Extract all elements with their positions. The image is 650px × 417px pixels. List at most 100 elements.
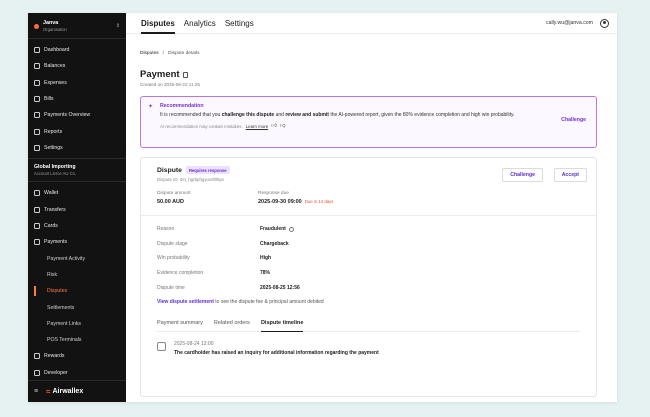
breadcrumb-current: Dispute details [168, 51, 200, 56]
challenge-button[interactable]: Challenge [502, 168, 543, 182]
tab-payment-summary[interactable]: Payment summary [157, 320, 203, 331]
sidebar-item-rewards[interactable]: Rewards [28, 348, 126, 364]
created-timestamp: Created on 2025-08-22 11:25 [140, 82, 200, 87]
timeline-text: The cardholder has raised an inquiry for… [174, 349, 379, 356]
recommendation-challenge-button[interactable]: Challenge [561, 117, 586, 123]
divider [141, 215, 596, 216]
chevron-updown-icon: ⇕ [115, 23, 120, 29]
thumbs-up-icon[interactable]: 👍︎ [271, 123, 277, 129]
sidebar: Janva Organisation ⇕ Dashboard Balances … [28, 13, 126, 402]
tab-dispute-timeline[interactable]: Dispute timeline [260, 320, 304, 332]
detail-row: Dispute time 2025-08-25 12:56 [157, 284, 300, 291]
info-icon[interactable] [288, 226, 294, 232]
expenses-icon [34, 79, 40, 86]
tab-analytics[interactable]: Analytics [184, 14, 216, 33]
recommendation-footer: AI recommendation may contain mistakes. … [160, 123, 588, 129]
payments-icon [34, 239, 40, 246]
transfers-icon [34, 206, 40, 213]
top-nav: Disputes Analytics Settings cally.wu@jan… [126, 13, 617, 34]
user-avatar-icon[interactable] [600, 18, 609, 28]
account-subtitle: Account Lierce AU Co. [34, 170, 77, 176]
sidebar-item-cards[interactable]: Cards [28, 218, 126, 234]
org-name: Janva [43, 20, 59, 26]
dispute-title: Dispute [157, 166, 182, 174]
settlement-note: View dispute settlement to see the dispu… [157, 298, 324, 305]
learn-more-link[interactable]: Learn more [246, 124, 268, 129]
sidebar-subitem-risk[interactable]: Risk [28, 267, 126, 283]
org-switcher[interactable]: Janva Organisation ⇕ [28, 13, 126, 39]
sidebar-subitem-pos-terminals[interactable]: POS Terminals [28, 332, 126, 348]
nav-top: Dashboard Balances Expenses Bills Paymen… [28, 39, 126, 156]
account-name: Global Importing [34, 164, 76, 171]
brand-name: Airwallex [52, 388, 84, 395]
sidebar-subitem-payment-links[interactable]: Payment Links [28, 316, 126, 332]
document-icon [157, 341, 166, 351]
org-avatar [34, 23, 39, 29]
app-window: Janva Organisation ⇕ Dashboard Balances … [28, 13, 617, 402]
due-note: Due in 14 days [304, 199, 334, 204]
tab-disputes[interactable]: Disputes [141, 14, 175, 34]
bills-icon [34, 96, 40, 103]
sidebar-subitem-disputes[interactable]: Disputes [28, 283, 126, 299]
status-badge: Requires response [185, 166, 230, 174]
reports-icon [34, 128, 40, 135]
dispute-tabs: Payment summary Related orders Dispute t… [157, 320, 580, 332]
developer-icon [34, 369, 40, 376]
sidebar-footer: ≡ ≈ Airwallex [28, 380, 126, 402]
dispute-details: Reason Fraudulent Dispute stage Chargeback… [157, 222, 588, 295]
org-subtitle: Organisation [43, 26, 67, 32]
sidebar-item-expenses[interactable]: Expenses [28, 75, 126, 91]
sidebar-item-bills[interactable]: Bills [28, 91, 126, 107]
recommendation-title: Recommendation [160, 103, 204, 109]
page-content: Disputes / Dispute details Payment Creat… [140, 34, 597, 397]
main-content: Disputes Analytics Settings cally.wu@jan… [126, 13, 617, 402]
thumbs-down-icon[interactable]: 👎︎ [280, 123, 286, 129]
menu-icon[interactable]: ≡ [34, 388, 38, 395]
wallet-icon [34, 190, 40, 197]
response-due-label: Response due [258, 191, 289, 196]
view-settlement-link[interactable]: View dispute settlement [157, 299, 214, 305]
balances-icon [34, 63, 40, 70]
sidebar-item-settings[interactable]: Settings [28, 140, 126, 156]
ai-disclaimer: AI recommendation may contain mistakes. [160, 123, 243, 129]
cards-icon [34, 223, 40, 230]
sidebar-item-balances[interactable]: Balances [28, 58, 126, 74]
dispute-amount: 50.00 AUD [157, 199, 185, 205]
copy-icon[interactable] [182, 71, 189, 78]
detail-row: Evidence completion 78% [157, 270, 271, 277]
dispute-card: Dispute Requires response Dispute ID: ds… [140, 157, 597, 397]
brand-mark-icon: ≈ [46, 387, 51, 396]
sparkle-icon: ✦ [148, 104, 154, 110]
sidebar-item-transfers[interactable]: Transfers [28, 202, 126, 218]
detail-row: Dispute stage Chargeback [157, 240, 289, 247]
sidebar-subitem-settlements[interactable]: Settlements [28, 299, 126, 315]
dispute-amount-label: Dispute amount [157, 191, 191, 196]
user-email[interactable]: cally.wu@janva.com [546, 20, 593, 26]
tab-related-orders[interactable]: Related orders [214, 320, 250, 331]
recommendation-text: It is recommended that you challenge thi… [160, 112, 515, 118]
sidebar-item-dashboard[interactable]: Dashboard [28, 42, 126, 58]
settings-icon [34, 144, 40, 151]
timeline-entry: 2025-08-24 12:00 The cardholder has rais… [157, 341, 588, 356]
payments-overview-icon [34, 112, 40, 119]
sidebar-subitem-payment-activity[interactable]: Payment Activity [28, 250, 126, 266]
breadcrumb-separator: / [162, 51, 165, 56]
detail-row: Win probability High [157, 255, 272, 262]
sidebar-item-wallet[interactable]: Wallet [28, 185, 126, 201]
dashboard-icon [34, 47, 40, 54]
sidebar-item-payments[interactable]: Payments [28, 234, 126, 250]
sidebar-item-reports[interactable]: Reports [28, 123, 126, 139]
detail-row: Reason Fraudulent [157, 222, 588, 237]
sidebar-item-developer[interactable]: Developer [28, 365, 126, 381]
recommendation-panel: ✦ Recommendation It is recommended that … [140, 96, 597, 148]
tab-settings[interactable]: Settings [225, 14, 254, 33]
accept-button[interactable]: Accept [553, 168, 587, 182]
breadcrumb: Disputes / Dispute details [140, 51, 597, 56]
page-title: Payment [140, 69, 597, 80]
breadcrumb-disputes[interactable]: Disputes [140, 51, 159, 56]
response-due: 2025-09-30 09:00 [258, 199, 302, 205]
timeline-date: 2025-08-24 12:00 [174, 340, 214, 347]
sidebar-item-payments-overview[interactable]: Payments Overview [28, 107, 126, 123]
nav-mid: Wallet Transfers Cards Payments Payment … [28, 182, 126, 381]
account-section[interactable]: Global Importing Account Lierce AU Co. [28, 158, 126, 183]
